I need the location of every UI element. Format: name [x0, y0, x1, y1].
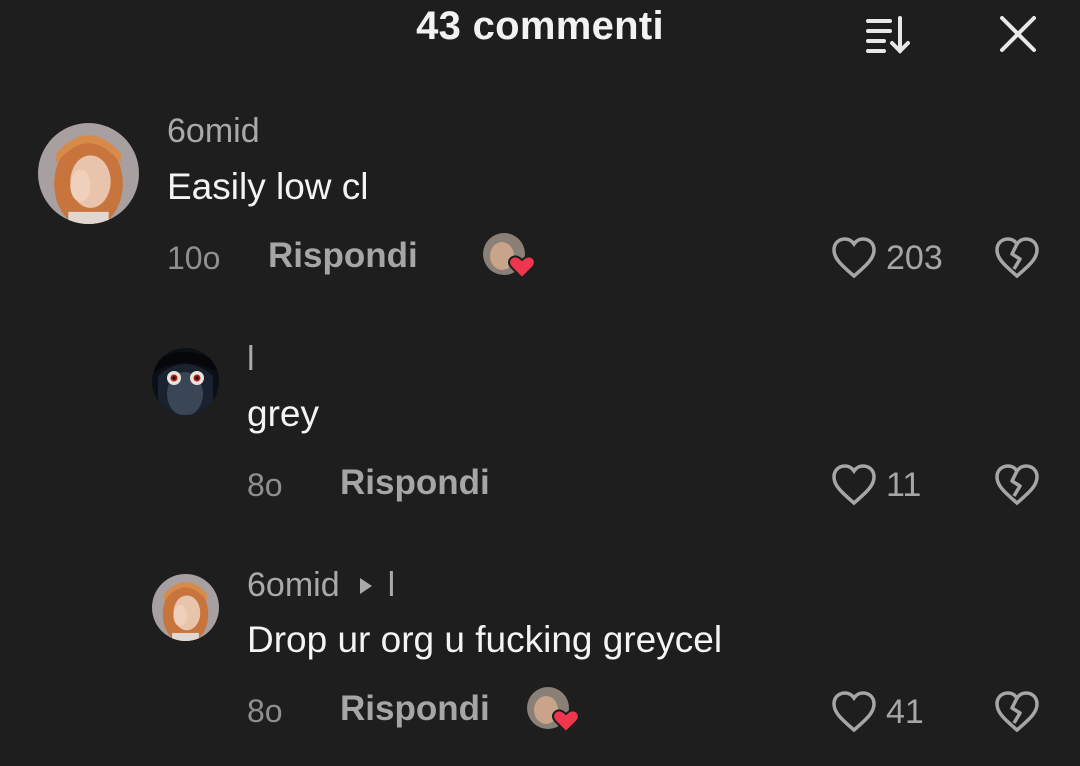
- reply-arrow-icon: [359, 577, 372, 594]
- comment-time: 8o: [247, 693, 283, 729]
- heart-filled-icon: [552, 709, 580, 734]
- comment-text: grey: [247, 393, 319, 434]
- heart-outline-icon: [832, 691, 876, 733]
- comment-username[interactable]: 6omid: [247, 566, 340, 605]
- like-button[interactable]: 203: [830, 236, 943, 280]
- replied-to-username[interactable]: l: [388, 566, 396, 605]
- comment-username-row: 6omid l: [247, 566, 395, 605]
- comment-username[interactable]: l: [247, 340, 255, 379]
- close-button[interactable]: [990, 10, 1046, 58]
- avatar[interactable]: [152, 574, 219, 641]
- comment-time: 8o: [247, 467, 283, 503]
- like-button[interactable]: 11: [830, 463, 921, 507]
- heart-outline-icon: [832, 237, 876, 279]
- dislike-button[interactable]: [993, 236, 1041, 285]
- creator-liked-badge: [482, 232, 538, 282]
- heart-filled-icon: [508, 255, 536, 280]
- reply-button[interactable]: Rispondi: [340, 463, 490, 503]
- heart-outline-icon: [832, 464, 876, 506]
- comments-count-title: 43 commenti: [416, 4, 664, 48]
- broken-heart-icon: [995, 464, 1039, 506]
- comment-time: 10o: [167, 240, 221, 276]
- avatar[interactable]: [152, 348, 219, 415]
- avatar[interactable]: [38, 123, 139, 224]
- broken-heart-icon: [995, 237, 1039, 279]
- sort-icon: [866, 16, 910, 54]
- creator-liked-badge: [526, 686, 582, 736]
- broken-heart-icon: [995, 691, 1039, 733]
- close-icon: [1000, 16, 1036, 52]
- reply-button[interactable]: Rispondi: [268, 236, 418, 276]
- like-count: 11: [886, 465, 922, 504]
- reply-button[interactable]: Rispondi: [340, 689, 490, 729]
- like-count: 41: [886, 692, 924, 731]
- comment-text: Drop ur org u fucking greycel: [247, 619, 723, 660]
- like-count: 203: [886, 238, 943, 277]
- like-button[interactable]: 41: [830, 690, 924, 734]
- comment-text: Easily low cl: [167, 166, 369, 207]
- dislike-button[interactable]: [993, 463, 1041, 512]
- comment-username[interactable]: 6omid: [167, 112, 260, 151]
- dislike-button[interactable]: [993, 690, 1041, 739]
- sort-button[interactable]: [860, 10, 916, 58]
